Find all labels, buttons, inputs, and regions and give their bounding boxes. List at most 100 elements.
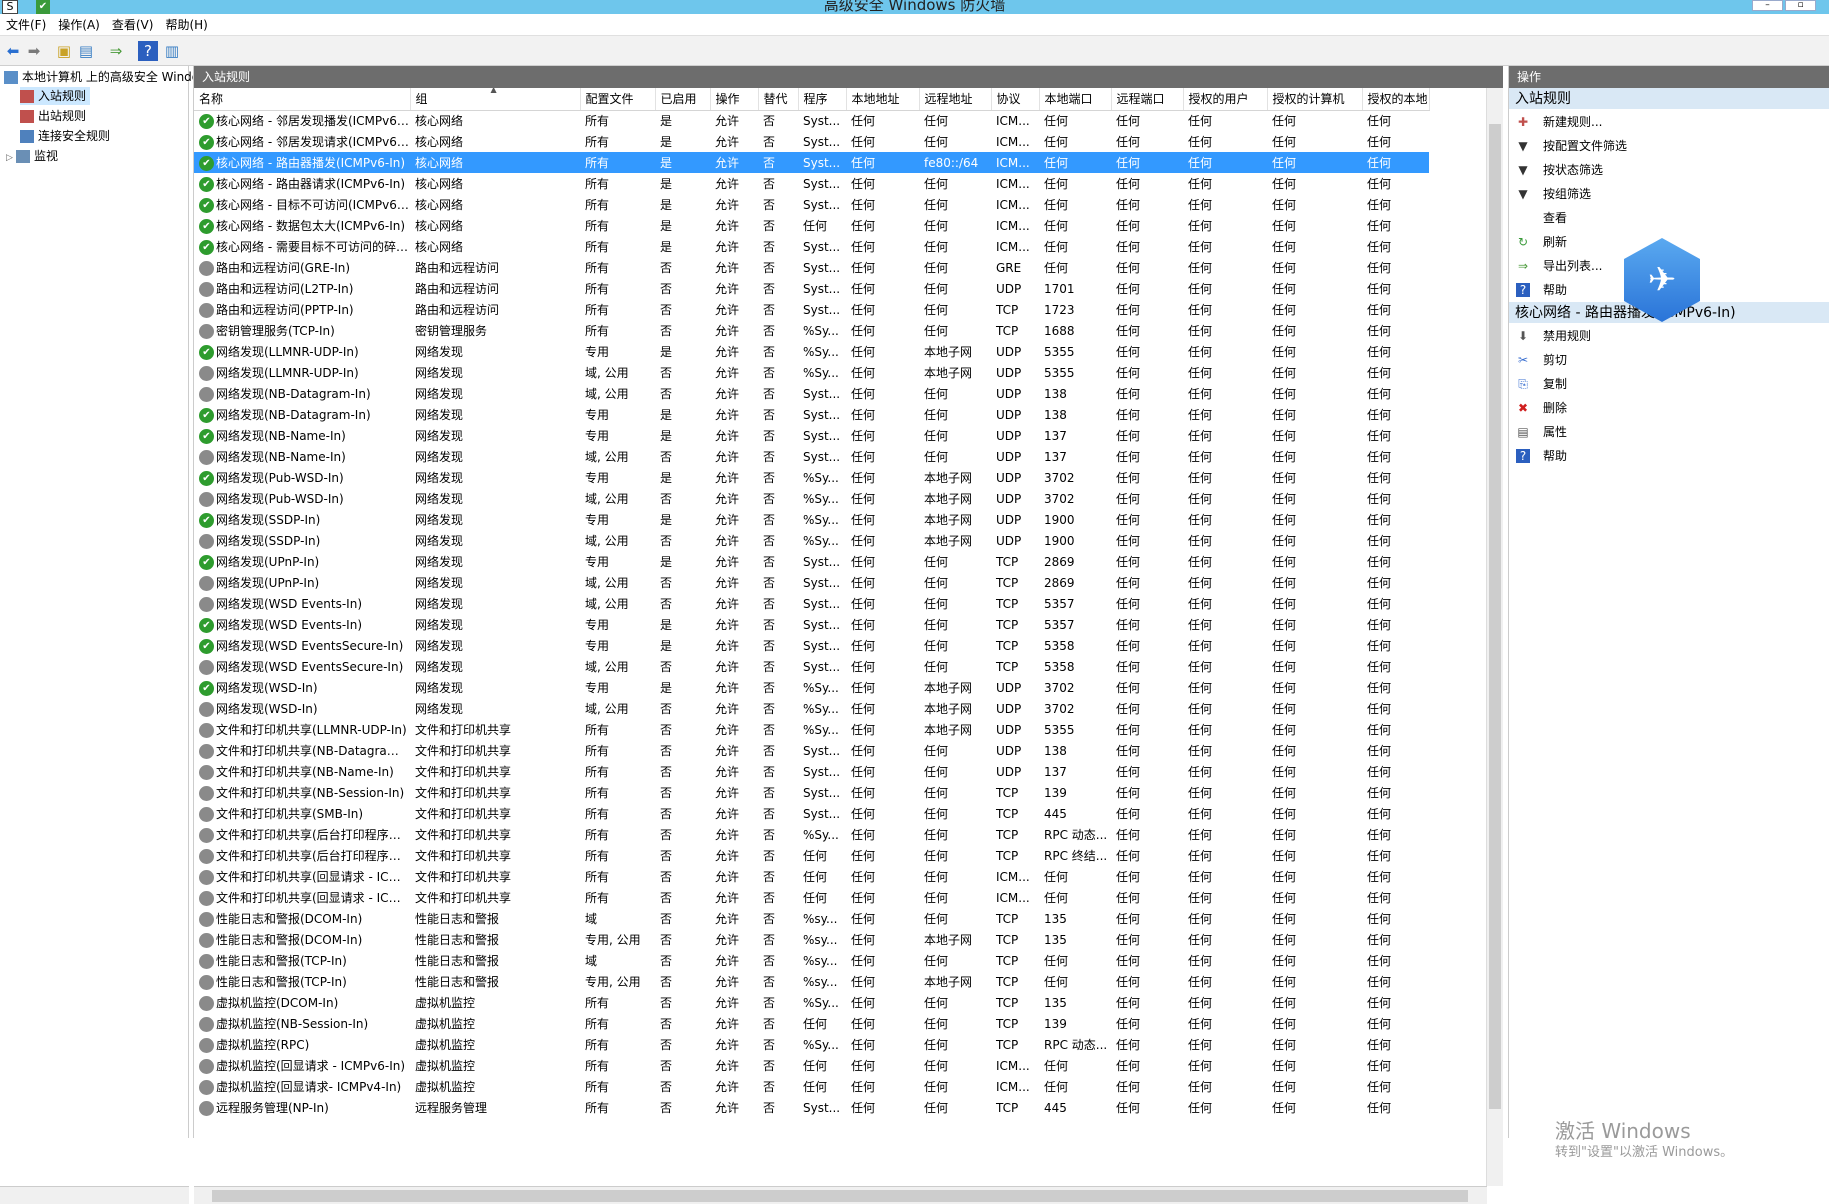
table-row[interactable]: 网络发现(SSDP-In) 网络发现 域, 公用 否 允许 否 %Sy... 任何 本地子网 UD… [194,530,1429,551]
table-row[interactable]: ✔ 核心网络 - 目标不可访问(ICMPv6-In) 核心网络 所有 是 允许 否 Syst.… [194,194,1429,215]
menu-view[interactable]: 查看(V) [106,14,160,35]
back-icon[interactable]: ⬅ [3,41,23,61]
table-row[interactable]: ✔ 网络发现(WSD-In) 网络发现 专用 是 允许 否 %Sy... 任何 本地子网 UDP 37… [194,677,1429,698]
horizontal-scroll-thumb[interactable] [212,1190,1468,1202]
table-row[interactable]: 文件和打印机共享(NB-Datagram-In) 文件和打印机共享 所有 否 允许 否 Sy… [194,740,1429,761]
menu-action[interactable]: 操作(A) [52,14,106,35]
column-header-override[interactable]: 替代 [758,88,799,111]
actions-section-inbound-rules[interactable]: 入站规则 [1509,88,1829,110]
tree-item-monitoring[interactable]: ▷ 监视 [6,147,58,165]
column-header-program[interactable]: 程序 [798,88,847,111]
column-header-protocol[interactable]: 协议 [991,88,1040,111]
inbound-action-4[interactable]: 查看 [1509,206,1829,230]
table-row[interactable]: ✔ 核心网络 - 邻居发现播发(ICMPv6-In) 核心网络 所有 是 允许 否 Syst.… [194,110,1429,131]
rule-action-4[interactable]: ▤ 属性 [1509,420,1829,444]
table-row[interactable]: ✔ 网络发现(Pub-WSD-In) 网络发现 专用 是 允许 否 %Sy... 任何 本地子网 U… [194,467,1429,488]
rule-action-0[interactable]: ⬇ 禁用规则 [1509,324,1829,348]
export-icon[interactable]: ⇒ [106,41,126,61]
table-row[interactable]: ✔ 网络发现(NB-Name-In) 网络发现 专用 是 允许 否 Syst... 任何 任何 UD… [194,425,1429,446]
inbound-action-2[interactable]: ▼ 按状态筛选 [1509,158,1829,182]
menu-help[interactable]: 帮助(H) [159,14,213,35]
column-header-name[interactable]: 名称 [194,88,411,111]
column-header-profile[interactable]: 配置文件 [580,88,656,111]
vertical-scrollbar[interactable] [1486,88,1503,1186]
table-row[interactable]: 性能日志和警报(DCOM-In) 性能日志和警报 域 否 允许 否 %sy... 任何 任何 TC… [194,908,1429,929]
table-row[interactable]: 文件和打印机共享(回显请求 - ICMPv6-In) 文件和打印机共享 所有 否 允许 否… [194,887,1429,908]
tree-horizontal-scrollbar[interactable] [0,1186,189,1204]
column-header-authorized-users[interactable]: 授权的用户 [1183,88,1268,111]
inbound-action-3[interactable]: ▼ 按组筛选 [1509,182,1829,206]
table-row[interactable]: 网络发现(UPnP-In) 网络发现 域, 公用 否 允许 否 Syst... 任何 任何 TCP… [194,572,1429,593]
table-row[interactable]: 性能日志和警报(TCP-In) 性能日志和警报 域 否 允许 否 %sy... 任何 任何 TCP… [194,950,1429,971]
table-row[interactable]: 性能日志和警报(DCOM-In) 性能日志和警报 专用, 公用 否 允许 否 %sy... 任… [194,929,1429,950]
table-row[interactable]: 网络发现(WSD EventsSecure-In) 网络发现 域, 公用 否 允许 否 Sy… [194,656,1429,677]
tree-item-outbound-rules[interactable]: 出站规则 [20,107,86,125]
tree-item-connection-security-rules[interactable]: 连接安全规则 [20,127,110,145]
tree-root[interactable]: 本地计算机 上的高级安全 Windows [4,68,215,86]
table-row[interactable]: ✔ 核心网络 - 邻居发现请求(ICMPv6-In) 核心网络 所有 是 允许 否 Syst.… [194,131,1429,152]
menu-file[interactable]: 文件(F) [0,14,52,35]
table-row[interactable]: ✔ 网络发现(NB-Datagram-In) 网络发现 专用 是 允许 否 Syst... 任何… [194,404,1429,425]
table-row[interactable]: 文件和打印机共享(LLMNR-UDP-In) 文件和打印机共享 所有 否 允许 否 %Sy.… [194,719,1429,740]
table-row[interactable]: 文件和打印机共享(回显请求 - ICMPv4-In) 文件和打印机共享 所有 否 允许 否… [194,866,1429,887]
restore-button[interactable]: ▫ [1785,0,1816,11]
column-header-authorized-local[interactable]: 授权的本地 [1362,88,1430,111]
table-row[interactable]: 网络发现(NB-Name-In) 网络发现 域, 公用 否 允许 否 Syst... 任何 任何… [194,446,1429,467]
column-header-local-port[interactable]: 本地端口 [1039,88,1112,111]
column-header-enabled[interactable]: 已启用 [655,88,711,111]
expand-chevron-icon[interactable]: ▷ [6,149,16,167]
table-row[interactable]: 路由和远程访问(L2TP-In) 路由和远程访问 所有 否 允许 否 Syst... 任何 任何… [194,278,1429,299]
column-header-local-address[interactable]: 本地地址 [846,88,920,111]
table-row[interactable]: 文件和打印机共享(后台打印程序服务 - R... 文件和打印机共享 所有 否 允许 否 任何… [194,845,1429,866]
table-row[interactable]: 路由和远程访问(PPTP-In) 路由和远程访问 所有 否 允许 否 Syst... 任何 任何… [194,299,1429,320]
table-row[interactable]: ✔ 核心网络 - 路由器播发(ICMPv6-In) 核心网络 所有是允许否 Syst..… [194,152,1429,173]
table-row[interactable]: ✔ 核心网络 - 数据包太大(ICMPv6-In) 核心网络 所有 是 允许 否 任何 任何 任何… [194,215,1429,236]
rule-action-5[interactable]: ? 帮助 [1509,444,1829,468]
tree-item-inbound-rules[interactable]: 入站规则 [20,87,91,105]
table-row[interactable]: ✔ 网络发现(WSD EventsSecure-In) 网络发现 专用 是 允许 否 Syst… [194,635,1429,656]
table-row[interactable]: 虚拟机监控(DCOM-In) 虚拟机监控 所有 否 允许 否 %Sy... 任何 任何 TCP 13… [194,992,1429,1013]
column-header-remote-port[interactable]: 远程端口 [1111,88,1184,111]
horizontal-scrollbar[interactable] [194,1186,1487,1204]
table-row[interactable]: 网络发现(WSD Events-In) 网络发现 域, 公用 否 允许 否 Syst... 任… [194,593,1429,614]
table-row[interactable]: 文件和打印机共享(NB-Name-In) 文件和打印机共享 所有 否 允许 否 Syst..… [194,761,1429,782]
table-row[interactable]: 密钥管理服务(TCP-In) 密钥管理服务 所有 否 允许 否 %Sy... 任何 任何 TCP 1… [194,320,1429,341]
table-row[interactable]: 文件和打印机共享(后台打印程序服务 - R... 文件和打印机共享 所有 否 允许 否 %S… [194,824,1429,845]
table-row[interactable]: 网络发现(NB-Datagram-In) 网络发现 域, 公用 否 允许 否 Syst...… [194,383,1429,404]
table-row[interactable]: ✔核心网络 - 需要目标不可访问的碎片(IC... 核心网络 所有 是 允许 否 Syst.… [194,236,1429,257]
forward-icon[interactable]: ➡ [24,41,44,61]
up-folder-icon[interactable]: ▣ [54,41,74,61]
table-row[interactable]: 虚拟机监控(回显请求- ICMPv4-In) 虚拟机监控 所有 否 允许 否 任何 任何 任何 I… [194,1076,1429,1097]
table-row[interactable]: ✔ 网络发现(UPnP-In) 网络发现 专用 是 允许 否 Syst... 任何 任何 TCP 28… [194,551,1429,572]
rule-action-2[interactable]: ⎘ 复制 [1509,372,1829,396]
column-header-group[interactable]: 组 ▲ [410,88,581,111]
help-icon[interactable]: ? [138,41,158,61]
table-row[interactable]: 网络发现(LLMNR-UDP-In) 网络发现 域, 公用 否 允许 否 %Sy... 任何 本… [194,362,1429,383]
rule-action-1[interactable]: ✂ 剪切 [1509,348,1829,372]
column-header-remote-address[interactable]: 远程地址 [919,88,992,111]
rule-action-3[interactable]: ✖ 删除 [1509,396,1829,420]
table-row[interactable]: 网络发现(WSD-In) 网络发现 域, 公用 否 允许 否 %Sy... 任何 本地子网 UDP… [194,698,1429,719]
table-row[interactable]: 性能日志和警报(TCP-In) 性能日志和警报 专用, 公用 否 允许 否 %sy... 任何… [194,971,1429,992]
minimize-button[interactable]: – [1752,0,1783,11]
inbound-action-0[interactable]: ✚ 新建规则... [1509,110,1829,134]
table-row[interactable]: ✔ 网络发现(SSDP-In) 网络发现 专用 是 允许 否 %Sy... 任何 本地子网 UDP 1… [194,509,1429,530]
table-row[interactable]: ✔ 网络发现(LLMNR-UDP-In) 网络发现 专用 是 允许 否 %Sy... 任何 本地子… [194,341,1429,362]
table-row[interactable]: 文件和打印机共享(NB-Session-In) 文件和打印机共享 所有 否 允许 否 Sys… [194,782,1429,803]
action-label: 刷新 [1543,235,1568,249]
table-row[interactable]: ✔ 核心网络 - 路由器请求(ICMPv6-In) 核心网络 所有 是 允许 否 Syst..… [194,173,1429,194]
table-row[interactable]: 路由和远程访问(GRE-In) 路由和远程访问 所有 否 允许 否 Syst... 任何 任何 G… [194,257,1429,278]
inbound-action-1[interactable]: ▼ 按配置文件筛选 [1509,134,1829,158]
table-row[interactable]: 虚拟机监控(回显请求 - ICMPv6-In) 虚拟机监控 所有 否 允许 否 任何 任何 任何… [194,1055,1429,1076]
table-row[interactable]: 虚拟机监控(RPC) 虚拟机监控 所有 否 允许 否 %Sy... 任何 任何 TCP RPC 动态… [194,1034,1429,1055]
table-row[interactable]: 虚拟机监控(NB-Session-In) 虚拟机监控 所有 否 允许 否 任何 任何 任何 TCP… [194,1013,1429,1034]
column-header-authorized-computers[interactable]: 授权的计算机 [1267,88,1363,111]
table-row[interactable]: 远程服务管理(NP-In) 远程服务管理 所有 否 允许 否 Syst... 任何 任何 TCP 4… [194,1097,1429,1118]
properties-pane-icon[interactable]: ▥ [162,41,182,61]
vertical-scroll-thumb[interactable] [1489,124,1501,1109]
column-header-action[interactable]: 操作 [710,88,759,111]
table-row[interactable]: 文件和打印机共享(SMB-In) 文件和打印机共享 所有 否 允许 否 Syst... 任何 任… [194,803,1429,824]
table-row[interactable]: 网络发现(Pub-WSD-In) 网络发现 域, 公用 否 允许 否 %Sy... 任何 本地子… [194,488,1429,509]
show-hide-tree-icon[interactable]: ▤ [76,41,96,61]
table-row[interactable]: ✔ 网络发现(WSD Events-In) 网络发现 专用 是 允许 否 Syst... 任何 任… [194,614,1429,635]
